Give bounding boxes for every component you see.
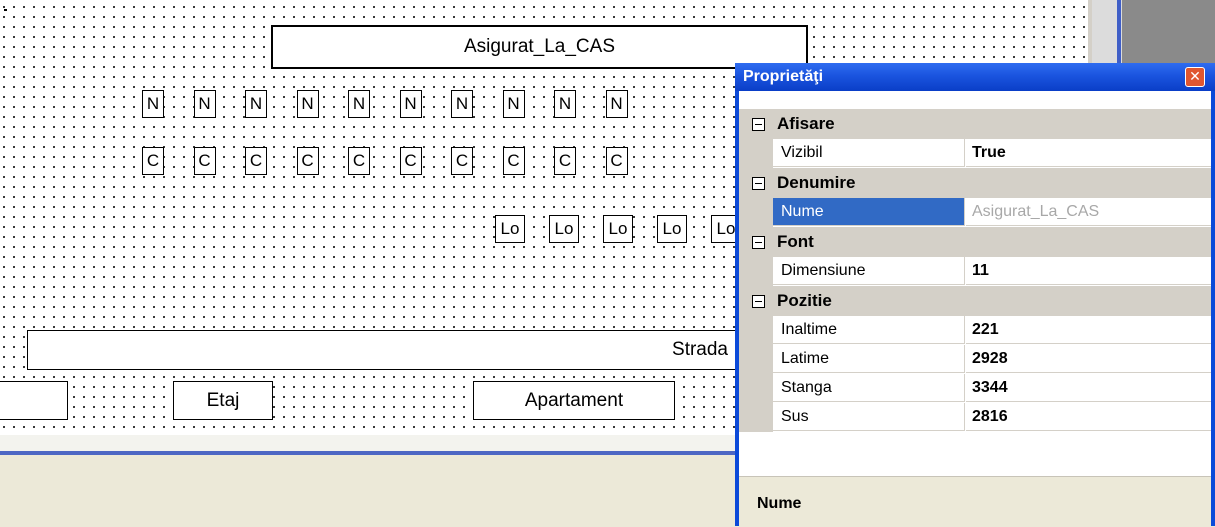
property-row-inaltime[interactable]: Inaltime 221 — [739, 316, 1211, 345]
property-name[interactable]: Inaltime — [773, 316, 965, 344]
property-value[interactable]: 3344 — [966, 374, 1211, 402]
n-box[interactable]: N — [296, 90, 319, 118]
c-box[interactable]: C — [451, 147, 473, 175]
property-value[interactable]: 2928 — [966, 345, 1211, 373]
strada-field-label: Strada — [672, 339, 728, 360]
title-field[interactable]: Asigurat_La_CAS — [271, 25, 808, 69]
c-box[interactable]: C — [193, 147, 216, 175]
properties-window[interactable]: Proprietăţi ✕ Afisare Vizibil True Denumire… — [735, 63, 1215, 527]
n-box[interactable]: N — [193, 90, 216, 118]
category-font[interactable]: Font — [739, 227, 1211, 257]
apartament-field-label: Apartament — [524, 389, 624, 411]
property-row-dimensiune[interactable]: Dimensiune 11 — [739, 257, 1211, 286]
collapse-icon[interactable] — [752, 294, 765, 308]
property-value[interactable]: 2816 — [966, 403, 1211, 431]
property-value[interactable]: True — [966, 139, 1211, 167]
row-gutter — [739, 316, 773, 345]
category-label: Afisare — [777, 114, 835, 133]
property-name[interactable]: Stanga — [773, 374, 965, 402]
property-name[interactable]: Latime — [773, 345, 965, 373]
description-panel: Nume — [739, 476, 1211, 527]
etaj-field-label: Etaj — [206, 389, 240, 411]
c-box[interactable]: C — [605, 147, 628, 175]
properties-grid[interactable]: Afisare Vizibil True Denumire Nume Asigurat_L… — [739, 91, 1211, 527]
c-box[interactable]: C — [502, 147, 525, 175]
c-box[interactable]: C — [296, 147, 319, 175]
n-box[interactable]: N — [348, 90, 370, 118]
properties-titlebar[interactable]: Proprietăţi — [735, 63, 1215, 91]
category-pozitie[interactable]: Pozitie — [739, 286, 1211, 316]
n-box[interactable]: N — [142, 90, 164, 118]
lo-box[interactable]: Lo — [657, 215, 687, 243]
n-box[interactable]: N — [502, 90, 525, 118]
close-icon[interactable]: ✕ — [1185, 67, 1205, 87]
row-gutter — [739, 403, 773, 432]
window-edge — [1117, 0, 1121, 63]
category-afisare[interactable]: Afisare — [739, 109, 1211, 139]
n-box[interactable]: N — [605, 90, 628, 118]
property-row-stanga[interactable]: Stanga 3344 — [739, 374, 1211, 403]
n-box[interactable]: N — [399, 90, 422, 118]
collapse-icon[interactable] — [752, 117, 765, 131]
row-gutter — [739, 345, 773, 374]
property-name[interactable]: Dimensiune — [773, 257, 965, 285]
etaj-field[interactable]: Etaj — [173, 381, 273, 420]
n-box[interactable]: N — [451, 90, 473, 118]
apartament-field[interactable]: Apartament — [473, 381, 675, 420]
category-label: Denumire — [777, 173, 856, 192]
lo-box[interactable]: Lo — [495, 215, 525, 243]
property-name[interactable]: Sus — [773, 403, 965, 431]
row-gutter — [739, 139, 773, 168]
partial-field[interactable] — [0, 381, 68, 420]
property-name[interactable]: Nume — [773, 198, 965, 226]
property-row-sus[interactable]: Sus 2816 — [739, 403, 1211, 432]
description-title: Nume — [757, 495, 802, 512]
property-value[interactable]: 11 — [966, 257, 1211, 285]
canvas-marker — [4, 9, 7, 11]
window-edge-block — [1122, 0, 1215, 63]
property-row-nume[interactable]: Nume Asigurat_La_CAS — [739, 198, 1211, 227]
strada-field[interactable]: Strada — [27, 330, 747, 370]
category-label: Pozitie — [777, 291, 832, 310]
row-gutter — [739, 198, 773, 227]
property-row-vizibil[interactable]: Vizibil True — [739, 139, 1211, 168]
n-box[interactable]: N — [554, 90, 576, 118]
collapse-icon[interactable] — [752, 235, 765, 249]
lo-box[interactable]: Lo — [603, 215, 633, 243]
property-row-latime[interactable]: Latime 2928 — [739, 345, 1211, 374]
lo-box[interactable]: Lo — [549, 215, 579, 243]
title-field-label: Asigurat_La_CAS — [463, 36, 616, 57]
c-box[interactable]: C — [348, 147, 370, 175]
c-box[interactable]: C — [399, 147, 422, 175]
n-box[interactable]: N — [245, 90, 267, 118]
category-denumire[interactable]: Denumire — [739, 168, 1211, 198]
row-gutter — [739, 374, 773, 403]
collapse-icon[interactable] — [752, 176, 765, 190]
properties-title: Proprietăţi — [743, 68, 824, 85]
c-box[interactable]: C — [554, 147, 576, 175]
property-value[interactable]: 221 — [966, 316, 1211, 344]
c-box[interactable]: C — [245, 147, 267, 175]
property-value[interactable]: Asigurat_La_CAS — [966, 198, 1211, 226]
category-label: Font — [777, 232, 814, 251]
c-box[interactable]: C — [142, 147, 164, 175]
row-gutter — [739, 257, 773, 286]
property-name[interactable]: Vizibil — [773, 139, 965, 167]
